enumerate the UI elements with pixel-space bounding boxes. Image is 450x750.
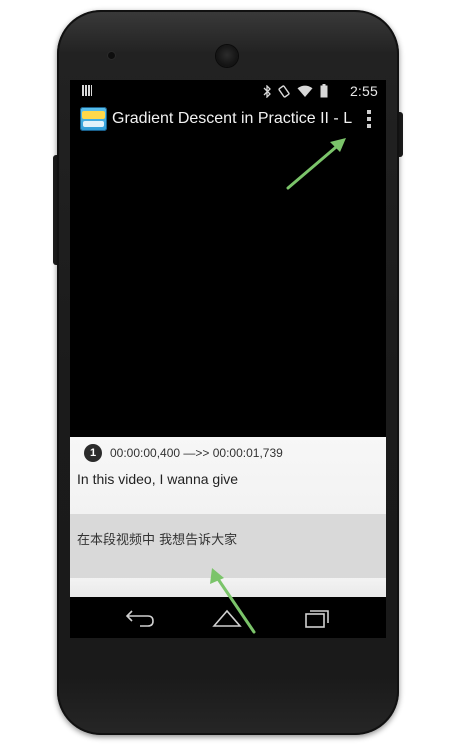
bluetooth-icon xyxy=(263,84,271,98)
subtitle-chinese: 在本段视频中 我想告诉大家 xyxy=(77,533,238,548)
navigation-bar xyxy=(70,597,386,638)
battery-icon xyxy=(320,84,328,98)
clock: 2:55 xyxy=(349,83,378,99)
subtitle-translation-row[interactable]: 在本段视频中 我想告诉大家 xyxy=(70,514,386,578)
page-title: Gradient Descent in Practice II - L xyxy=(112,110,352,127)
subtitle-panel: 1 00:00:00,400 —>> 00:00:01,739 In this … xyxy=(70,437,386,597)
subtitle-english[interactable]: In this video, I wanna give xyxy=(77,471,238,487)
recent-apps-icon[interactable] xyxy=(298,607,332,629)
wifi-icon xyxy=(297,85,313,98)
home-icon[interactable] xyxy=(210,607,244,629)
action-bar: Gradient Descent in Practice II - L xyxy=(70,102,386,136)
status-bar: 2:55 xyxy=(70,80,386,102)
back-icon[interactable] xyxy=(122,607,156,629)
cue-index-badge: 1 xyxy=(84,444,102,462)
overflow-menu-icon[interactable] xyxy=(366,110,372,128)
notification-icon xyxy=(82,85,92,96)
cue-timecode: 00:00:00,400 —>> 00:00:01,739 xyxy=(110,446,283,460)
cue-header: 1 00:00:00,400 —>> 00:00:01,739 xyxy=(84,444,283,462)
phone-screen: 2:55 Gradient Descent in Practice II - L… xyxy=(70,80,386,638)
subtitle-app-icon[interactable] xyxy=(80,107,107,131)
front-camera xyxy=(108,52,115,59)
video-player[interactable] xyxy=(70,136,386,437)
rotate-icon xyxy=(278,84,290,98)
panel-footer xyxy=(70,578,386,597)
status-icons xyxy=(263,84,328,98)
earpiece-speaker xyxy=(216,45,238,67)
